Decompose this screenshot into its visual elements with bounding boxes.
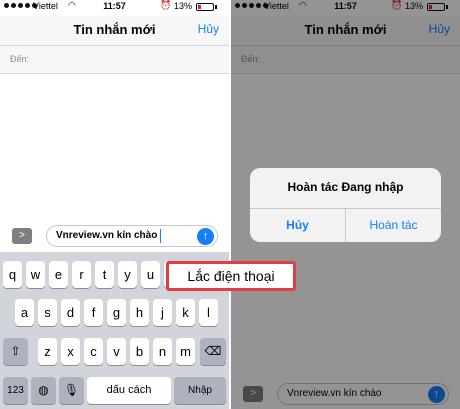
battery-percent: 13% (174, 1, 193, 11)
key-t[interactable]: t (95, 261, 114, 288)
key-h[interactable]: h (130, 299, 149, 326)
key-q[interactable]: q (3, 261, 22, 288)
key-g[interactable]: g (107, 299, 126, 326)
right-screen: Viettel ◠ 11:57 ⏰ 13% Tin nhắn mới Hủy Đ… (231, 0, 460, 409)
key-m[interactable]: m (176, 338, 195, 365)
key-b[interactable]: b (130, 338, 149, 365)
battery-icon (196, 3, 214, 11)
text-caret (160, 229, 161, 243)
key-c[interactable]: c (84, 338, 103, 365)
key-r[interactable]: r (72, 261, 91, 288)
key-w[interactable]: w (26, 261, 45, 288)
key-u[interactable]: u (141, 261, 160, 288)
key-s[interactable]: s (38, 299, 57, 326)
backspace-icon[interactable]: ⌫ (200, 338, 226, 365)
shift-arrow-icon[interactable]: ⇧ (3, 338, 28, 365)
cancel-button[interactable]: Hủy (198, 22, 219, 36)
key-k[interactable]: k (176, 299, 195, 326)
space-key[interactable]: dấu cách (87, 377, 171, 404)
alert-undo-button[interactable]: Hoàn tác (346, 209, 441, 242)
battery-tip (215, 5, 217, 9)
alert-cancel-button[interactable]: Hủy (250, 209, 345, 242)
shake-callout: Lắc điện thoại (166, 261, 296, 291)
undo-alert: Hoàn tác Đang nhập Hủy Hoàn tác (250, 168, 441, 242)
chevron-right-icon[interactable]: > (12, 228, 32, 244)
left-screen: Viettel ◠ 11:57 ⏰ 13% Tin nhắn mới Hủy Đ… (0, 0, 229, 409)
key-d[interactable]: d (61, 299, 80, 326)
key-n[interactable]: n (153, 338, 172, 365)
key-a[interactable]: a (15, 299, 34, 326)
key-f[interactable]: f (84, 299, 103, 326)
key-l[interactable]: l (199, 299, 218, 326)
status-bar: Viettel ◠ 11:57 ⏰ 13% (0, 0, 229, 16)
key-y[interactable]: y (118, 261, 137, 288)
globe-icon[interactable]: ◍ (31, 377, 56, 404)
message-text: Vnreview.vn kín chào (56, 230, 158, 241)
recipient-row[interactable]: Đến: (0, 46, 229, 74)
alarm-icon: ⏰ (160, 0, 172, 10)
recipient-label: Đến: (10, 54, 30, 64)
key-x[interactable]: x (61, 338, 80, 365)
page-title: Tin nhắn mới (73, 22, 156, 37)
message-input[interactable]: Vnreview.vn kín chào ↑ (46, 225, 218, 247)
key-j[interactable]: j (153, 299, 172, 326)
clock-time: 11:57 (103, 1, 126, 11)
key-e[interactable]: e (49, 261, 68, 288)
key-z[interactable]: z (38, 338, 57, 365)
numbers-key[interactable]: 123 (3, 377, 28, 404)
compose-bar: > Vnreview.vn kín chào ↑ (0, 222, 229, 250)
key-v[interactable]: v (107, 338, 126, 365)
return-key[interactable]: Nhập (174, 377, 226, 404)
send-arrow-icon[interactable]: ↑ (197, 228, 214, 245)
microphone-icon[interactable]: 🎙 (59, 377, 84, 404)
nav-bar: Tin nhắn mới Hủy (0, 16, 229, 46)
alert-title: Hoàn tác Đang nhập (287, 180, 404, 194)
